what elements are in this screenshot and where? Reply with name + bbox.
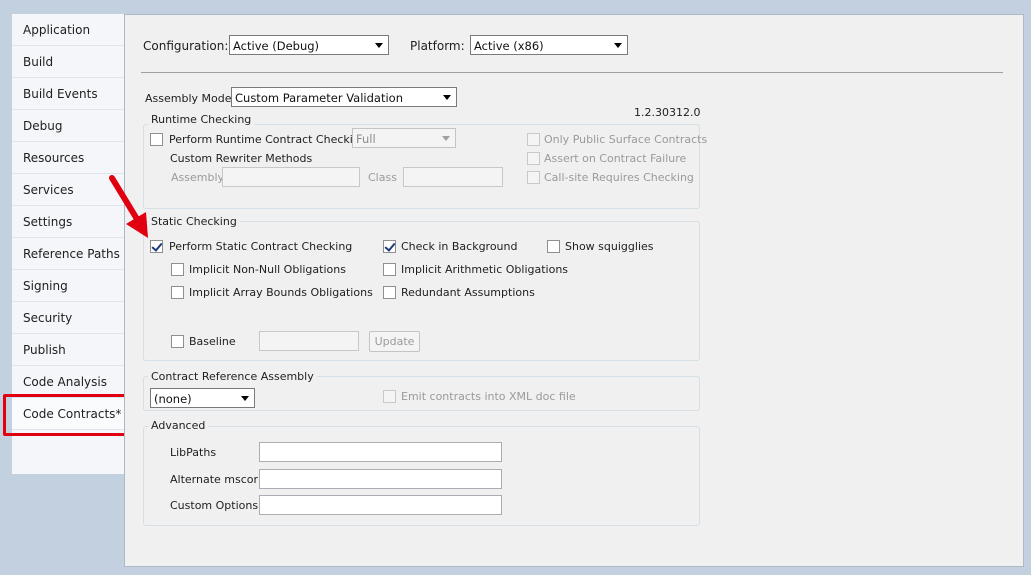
implicit-array-bounds-checkbox[interactable] — [171, 286, 184, 299]
assembly-mode-dropdown[interactable]: Custom Parameter Validation — [231, 87, 457, 107]
custom-options-label: Custom Options — [170, 499, 259, 512]
emit-xml-contracts-label: Emit contracts into XML doc file — [401, 390, 576, 403]
configuration-dropdown[interactable]: Active (Debug) — [229, 35, 389, 55]
assembly-mode-label: Assembly Mode: — [145, 92, 236, 105]
nav-item-label: Services — [23, 183, 74, 197]
check-in-background-checkbox[interactable] — [383, 240, 396, 253]
contract-reference-dropdown[interactable]: (none) — [150, 388, 255, 408]
chevron-down-icon — [442, 136, 450, 141]
rewriter-class-input[interactable] — [403, 167, 503, 187]
version-label: 1.2.30312.0 — [634, 106, 701, 119]
show-squigglies-checkbox[interactable] — [547, 240, 560, 253]
header-separator — [141, 72, 1003, 73]
nav-item-signing[interactable]: Signing — [12, 270, 124, 302]
custom-rewriter-title: Custom Rewriter Methods — [170, 152, 313, 165]
update-baseline-button[interactable]: Update — [369, 331, 420, 352]
nav-item-debug[interactable]: Debug — [12, 110, 124, 142]
only-public-surface-checkbox[interactable] — [527, 133, 540, 146]
nav-item-label: Resources — [23, 151, 85, 165]
annotation-highlight-box — [3, 394, 133, 436]
configuration-label: Configuration: — [143, 39, 229, 53]
nav-item-label: Build Events — [23, 87, 98, 101]
libpaths-label: LibPaths — [170, 446, 217, 459]
advanced-title: Advanced — [148, 419, 209, 432]
implicit-non-null-checkbox[interactable] — [171, 263, 184, 276]
nav-item-security[interactable]: Security — [12, 302, 124, 334]
nav-item-label: Debug — [23, 119, 63, 133]
callsite-requires-checkbox[interactable] — [527, 171, 540, 184]
redundant-assumptions-label: Redundant Assumptions — [401, 286, 535, 299]
libpaths-input[interactable] — [259, 442, 502, 462]
annotation-arrow-icon — [109, 175, 148, 238]
only-public-surface-label: Only Public Surface Contracts — [544, 133, 708, 146]
check-in-background-label: Check in Background — [401, 240, 518, 253]
implicit-array-bounds-label: Implicit Array Bounds Obligations — [189, 286, 373, 299]
nav-item-build-events[interactable]: Build Events — [12, 78, 124, 110]
show-squigglies-label: Show squigglies — [565, 240, 654, 253]
nav-item-label: Reference Paths — [23, 247, 120, 261]
code-contracts-panel: Configuration: Active (Debug) Platform: … — [124, 14, 1024, 567]
runtime-checking-title: Runtime Checking — [148, 113, 255, 126]
nav-item-label: Application — [23, 23, 91, 37]
nav-item-application[interactable]: Application — [12, 14, 124, 46]
chevron-down-icon — [614, 43, 622, 48]
perform-runtime-checking-label: Perform Runtime Contract Checking — [169, 133, 367, 146]
rewriter-assembly-input[interactable] — [222, 167, 360, 187]
alternate-mscorlib-input[interactable] — [259, 469, 502, 489]
nav-item-label: Build — [23, 55, 54, 69]
contract-reference-value: (none) — [154, 392, 192, 406]
rewriter-class-label: Class — [368, 171, 397, 184]
nav-item-label: Publish — [23, 343, 66, 357]
nav-item-reference-paths[interactable]: Reference Paths — [12, 238, 124, 270]
assert-on-failure-label: Assert on Contract Failure — [544, 152, 687, 165]
baseline-checkbox[interactable] — [171, 335, 184, 348]
assembly-mode-value: Custom Parameter Validation — [235, 91, 403, 105]
runtime-level-dropdown[interactable]: Full — [352, 128, 456, 148]
nav-item-build[interactable]: Build — [12, 46, 124, 78]
nav-item-label: Signing — [23, 279, 68, 293]
alternate-mscorlib-label: Alternate mscorlib — [170, 473, 272, 486]
nav-item-label: Code Analysis — [23, 375, 107, 389]
callsite-requires-label: Call-site Requires Checking — [544, 171, 694, 184]
perform-static-checking-label: Perform Static Contract Checking — [169, 240, 353, 253]
platform-dropdown[interactable]: Active (x86) — [470, 35, 628, 55]
baseline-label: Baseline — [189, 335, 236, 348]
nav-item-label: Security — [23, 311, 73, 325]
chevron-down-icon — [241, 396, 249, 401]
runtime-level-value: Full — [356, 132, 376, 146]
emit-xml-contracts-checkbox[interactable] — [383, 390, 396, 403]
perform-runtime-checking-checkbox[interactable] — [150, 133, 163, 146]
contract-reference-title: Contract Reference Assembly — [148, 370, 317, 383]
configuration-value: Active (Debug) — [233, 39, 320, 53]
baseline-file-input[interactable] — [259, 331, 359, 351]
custom-options-input[interactable] — [259, 495, 502, 515]
platform-label: Platform: — [410, 39, 465, 53]
platform-value: Active (x86) — [474, 39, 544, 53]
implicit-non-null-label: Implicit Non-Null Obligations — [189, 263, 346, 276]
assert-on-failure-checkbox[interactable] — [527, 152, 540, 165]
nav-item-publish[interactable]: Publish — [12, 334, 124, 366]
chevron-down-icon — [443, 95, 451, 100]
nav-item-resources[interactable]: Resources — [12, 142, 124, 174]
nav-item-label: Settings — [23, 215, 73, 229]
implicit-arithmetic-checkbox[interactable] — [383, 263, 396, 276]
redundant-assumptions-checkbox[interactable] — [383, 286, 396, 299]
rewriter-assembly-label: Assembly — [171, 171, 225, 184]
implicit-arithmetic-label: Implicit Arithmetic Obligations — [401, 263, 569, 276]
chevron-down-icon — [375, 43, 383, 48]
